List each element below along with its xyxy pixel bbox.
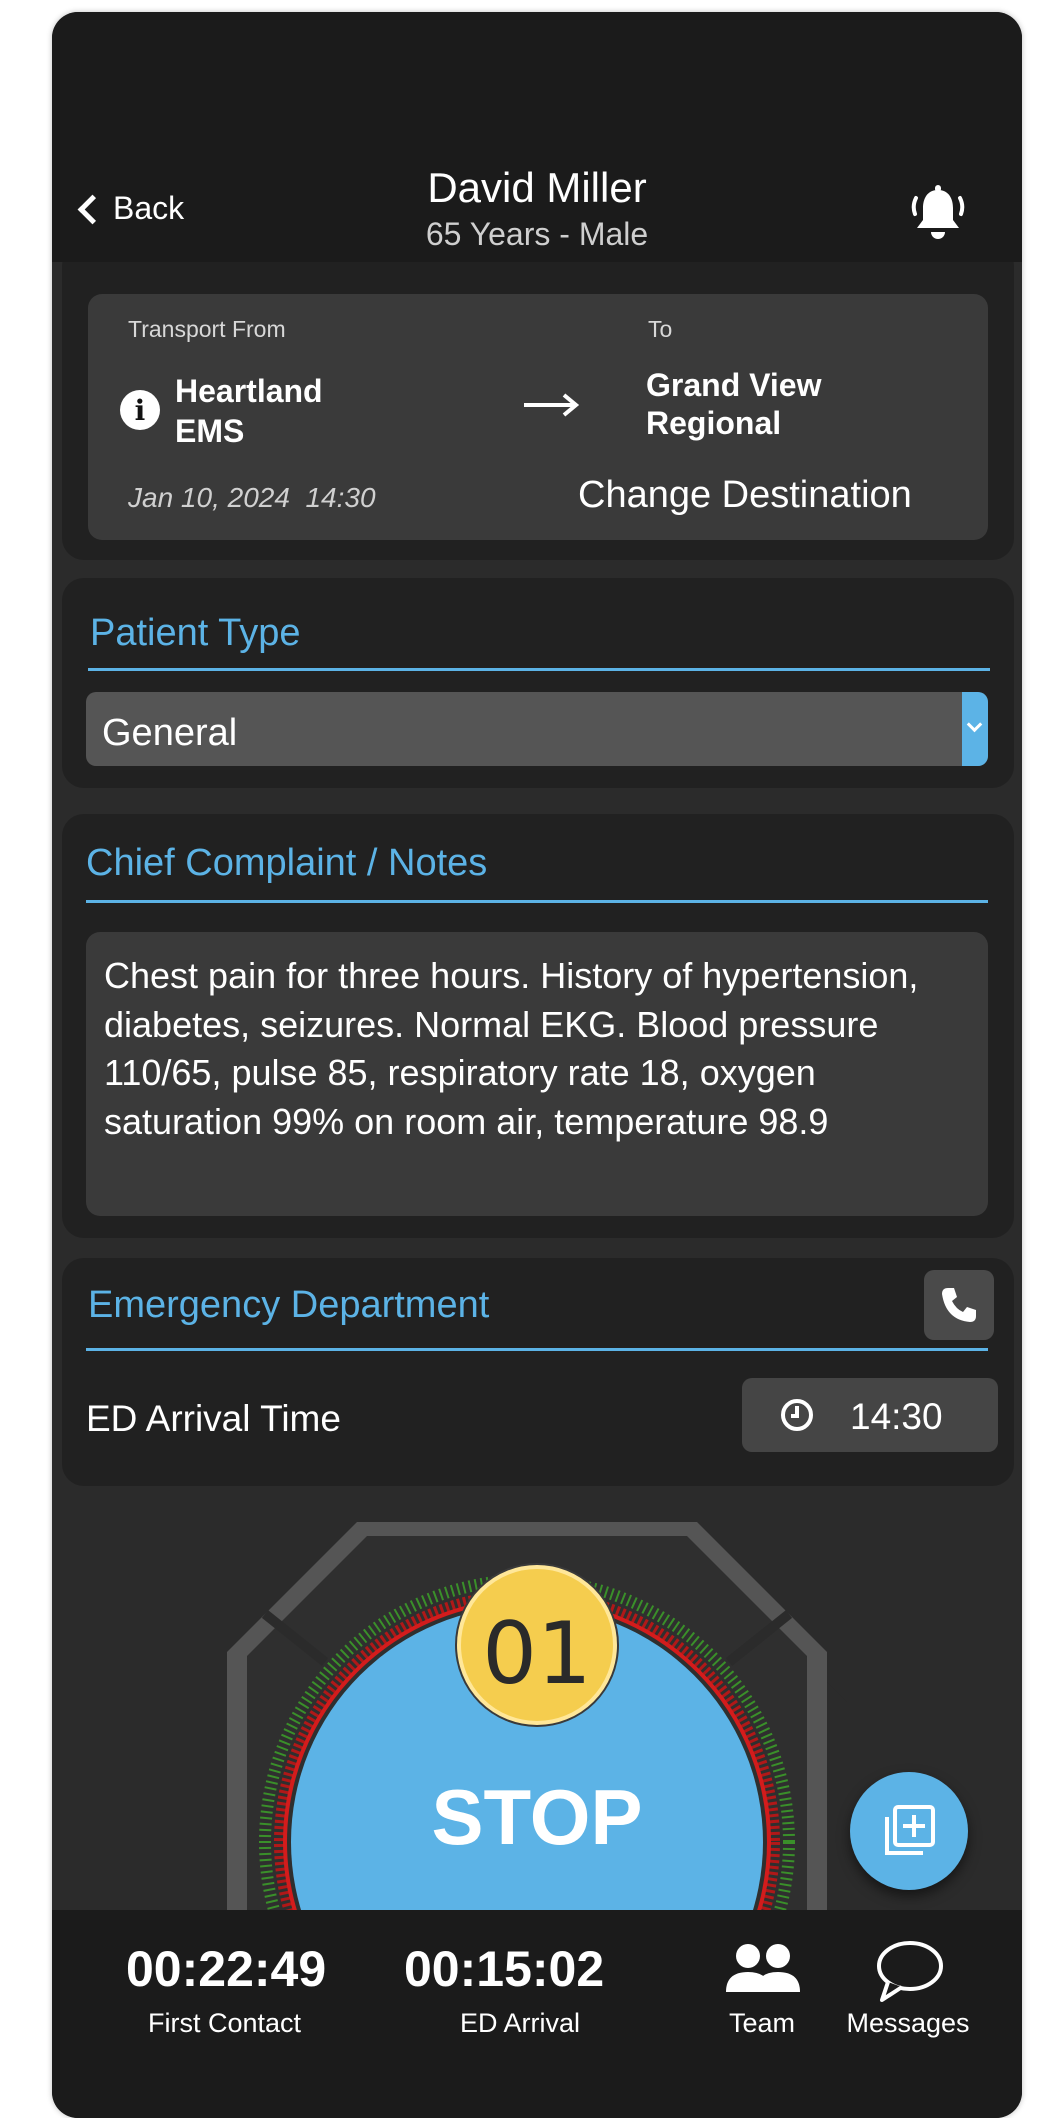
first-contact-timer: 00:22:49 — [126, 1941, 327, 1997]
transport-to-place-1: Grand View — [646, 367, 822, 403]
add-note-icon — [885, 1805, 935, 1855]
call-ed-button[interactable] — [924, 1270, 994, 1340]
patient-type-divider — [88, 668, 990, 671]
chief-complaint-text: Chest pain for three hours. History of h… — [104, 955, 919, 1142]
team-label: Team — [728, 2008, 796, 2038]
transport-to-label: To — [648, 316, 673, 342]
stop-button[interactable]: STOP — [292, 1772, 782, 1863]
chief-complaint-divider — [86, 900, 988, 903]
clock-icon — [781, 1399, 813, 1431]
ed-arrival-timer-label: ED Arrival — [460, 2008, 581, 2038]
emergency-department-title: Emergency Department — [88, 1284, 490, 1326]
header: Back David Miller 65 Years - Male — [52, 12, 1022, 262]
messages-label: Messages — [846, 2008, 970, 2038]
patient-name: David Miller — [427, 164, 647, 211]
transport-datetime: Jan 10, 2024 14:30 — [128, 482, 376, 513]
ed-arrival-time-value: 14:30 — [850, 1396, 943, 1437]
transport-from-label: Transport From — [128, 316, 286, 342]
message-icon — [877, 1941, 943, 2002]
info-icon[interactable]: i — [120, 390, 160, 430]
bell-icon[interactable] — [910, 184, 966, 244]
transport-to-place-2: Regional — [646, 405, 782, 441]
emergency-department-divider — [86, 1348, 988, 1351]
bottom-bar: 00:22:49 First Contact 00:15:02 ED Arriv… — [52, 1910, 1022, 2118]
add-note-button[interactable] — [850, 1772, 968, 1890]
chief-complaint-title: Chief Complaint / Notes — [86, 842, 488, 884]
ed-arrival-time-button[interactable]: 14:30 — [742, 1378, 998, 1452]
arrow-right-icon — [524, 393, 580, 417]
team-icon — [726, 1944, 800, 1992]
patient-type-value: General — [102, 712, 238, 754]
first-contact-label: First Contact — [148, 2008, 302, 2038]
patient-info: 65 Years - Male — [425, 216, 649, 252]
change-destination-button[interactable]: Change Destination — [578, 474, 912, 517]
patient-type-title: Patient Type — [90, 612, 301, 654]
ed-arrival-timer: 00:15:02 — [404, 1941, 605, 1997]
transport-from-place-2: EMS — [175, 413, 245, 449]
messages-tab[interactable]: Messages — [828, 1940, 988, 2052]
counter-badge-number: 01 — [482, 1604, 592, 1704]
transport-from-place-1: Heartland — [175, 373, 323, 409]
chief-complaint-notes[interactable]: Chest pain for three hours. History of h… — [86, 932, 988, 1216]
ed-arrival-label: ED Arrival Time — [86, 1398, 341, 1439]
chevron-down-icon — [962, 692, 988, 766]
phone-icon — [942, 1288, 976, 1322]
patient-type-select[interactable]: General — [86, 692, 988, 766]
app-screen: Back David Miller 65 Years - Male Transp… — [52, 12, 1022, 2118]
team-tab[interactable]: Team — [702, 1942, 822, 2052]
